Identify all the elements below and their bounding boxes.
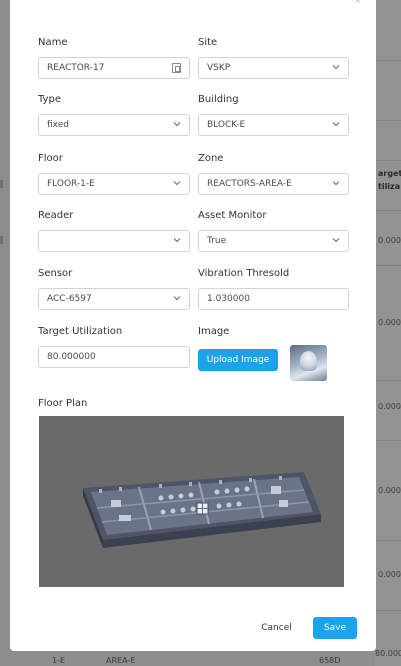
close-icon[interactable]: × (354, 0, 362, 6)
chevron-down-icon (172, 293, 182, 303)
cancel-button[interactable]: Cancel (252, 617, 301, 639)
zone-select[interactable]: REACTORS-AREA-E (198, 173, 349, 195)
floor-label: Floor (38, 153, 63, 164)
name-label: Name (38, 37, 68, 48)
chevron-down-icon (331, 178, 341, 188)
background-row-divider (375, 440, 401, 441)
background-cell: 0.000 (378, 570, 401, 579)
site-label: Site (198, 37, 218, 48)
background-row-floor: 1-E (52, 656, 66, 665)
background-cell: 0.000 (378, 236, 401, 245)
background-cell: 0.000 (378, 486, 401, 495)
save-button[interactable]: Save (313, 617, 357, 639)
background-row-divider (375, 265, 401, 266)
background-cell: 0.000 (378, 318, 401, 327)
site-select[interactable]: VSKP (198, 57, 349, 79)
background-edge-marker (0, 180, 3, 188)
reactor-image (300, 351, 317, 371)
vibration-threshold-input[interactable]: 1.030000 (198, 288, 349, 310)
chevron-down-icon (172, 235, 182, 245)
floor-plan-render (39, 416, 344, 587)
image-label: Image (198, 326, 230, 337)
target-utilization-value: 80.000000 (47, 352, 96, 362)
asset-monitor-label: Asset Monitor (198, 210, 267, 221)
background-row-zone: AREA-E (106, 656, 136, 665)
building-value: BLOCK-E (207, 120, 246, 130)
sensor-select[interactable]: ACC-6597 (38, 288, 190, 310)
zone-label: Zone (198, 153, 224, 164)
building-select[interactable]: BLOCK-E (198, 114, 349, 136)
type-select[interactable]: fixed (38, 114, 190, 136)
background-column-header: arget (378, 169, 401, 178)
background-row-divider (375, 60, 401, 61)
background-row-value: 80.000 (375, 649, 401, 658)
tag-icon[interactable] (172, 63, 181, 73)
chevron-down-icon (331, 119, 341, 129)
asset-image-thumbnail[interactable] (290, 345, 327, 381)
floor-plan-view[interactable] (39, 416, 344, 587)
floor-plan-label: Floor Plan (38, 398, 88, 409)
name-value: REACTOR-17 (47, 63, 105, 73)
reader-select[interactable] (38, 230, 190, 252)
background-table-column (375, 0, 401, 666)
background-column-header: tiliza (378, 182, 401, 191)
background-row-code: 658D (319, 656, 341, 665)
zone-value: REACTORS-AREA-E (207, 179, 292, 189)
asset-monitor-value: True (207, 236, 227, 246)
floor-value: FLOOR-1-E (47, 179, 95, 189)
asset-monitor-select[interactable]: True (198, 230, 349, 252)
name-input[interactable]: REACTOR-17 (38, 57, 190, 79)
floor-select[interactable]: FLOOR-1-E (38, 173, 190, 195)
chevron-down-icon (172, 178, 182, 188)
type-value: fixed (47, 120, 69, 130)
type-label: Type (38, 94, 61, 105)
site-value: VSKP (207, 63, 231, 73)
vibration-threshold-label: Vibration Thresold (198, 268, 290, 279)
sensor-value: ACC-6597 (47, 294, 92, 304)
chevron-down-icon (331, 235, 341, 245)
background-cell: 0.000 (378, 402, 401, 411)
background-row-divider (375, 610, 401, 611)
building-label: Building (198, 94, 239, 105)
target-utilization-label: Target Utilization (38, 326, 123, 337)
chevron-down-icon (172, 119, 182, 129)
background-row-divider (375, 120, 401, 121)
target-utilization-input[interactable]: 80.000000 (38, 346, 190, 368)
edit-asset-modal: × Name REACTOR-17 Site VSKP Type fixed B… (10, 0, 376, 651)
background-row-divider (375, 210, 401, 211)
upload-image-button[interactable]: Upload Image (198, 349, 278, 371)
chevron-down-icon (331, 62, 341, 72)
sensor-label: Sensor (38, 268, 73, 279)
background-row-divider (375, 160, 401, 161)
background-row-divider (375, 540, 401, 541)
reader-label: Reader (38, 210, 74, 221)
background-row-divider (375, 380, 401, 381)
background-edge-marker (0, 236, 3, 244)
vibration-threshold-value: 1.030000 (207, 294, 250, 304)
